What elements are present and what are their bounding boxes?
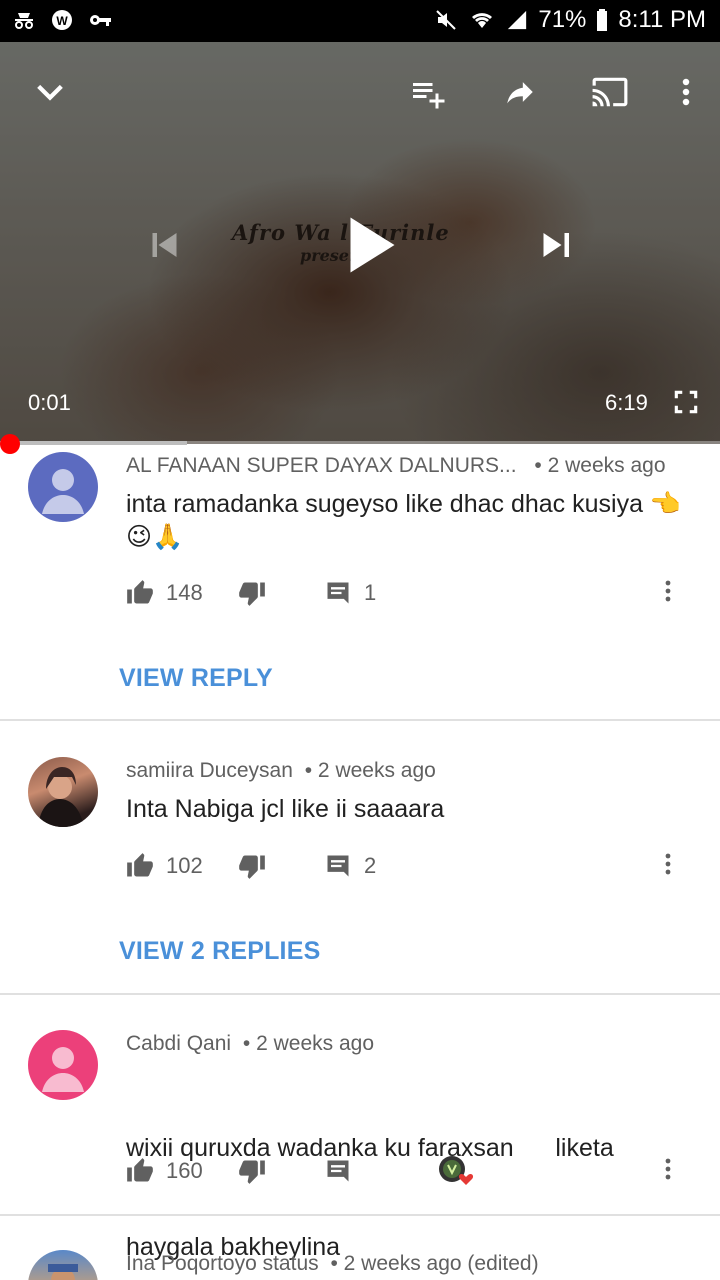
battery-percent: 71%	[538, 6, 587, 33]
comment-thread: Ina Poqortoyo status • 2 weeks ago (edit…	[0, 1216, 720, 1280]
progress-buffer	[0, 441, 187, 445]
play-icon	[350, 217, 395, 273]
view-replies-link[interactable]: VIEW 2 REPLIES	[119, 937, 320, 966]
default-avatar-icon	[42, 469, 84, 514]
avatar[interactable]	[28, 757, 98, 827]
cast-button[interactable]	[588, 70, 632, 114]
creator-heart-badge	[436, 1156, 476, 1186]
minimize-button[interactable]	[28, 70, 72, 114]
comment-icon	[327, 1160, 349, 1182]
comment-thread: samiira Duceysan • 2 weeks ago Inta Nabi…	[0, 721, 720, 993]
fullscreen-button[interactable]	[666, 382, 706, 422]
dislike-button[interactable]	[238, 1156, 266, 1186]
signal-icon	[508, 10, 527, 30]
reply-count: 1	[364, 580, 377, 605]
battery-icon	[597, 9, 608, 31]
svg-text:W: W	[56, 14, 68, 28]
duration: 6:19	[605, 390, 648, 415]
comment-thread: AL FANAAN SUPER DAYAX DALNURS... • 2 wee…	[0, 446, 720, 720]
reply-button[interactable]	[324, 1156, 352, 1186]
more-vert-icon	[682, 78, 690, 106]
like-button[interactable]: 148	[126, 578, 203, 608]
comment-author[interactable]: AL FANAAN SUPER DAYAX DALNURS...	[126, 454, 517, 477]
like-count: 102	[166, 853, 203, 878]
key-icon	[90, 15, 111, 26]
wifi-icon	[472, 13, 493, 28]
next-button[interactable]	[534, 222, 580, 268]
cast-icon	[592, 77, 628, 107]
fullscreen-icon	[674, 390, 698, 414]
comment-actions: 148 1	[126, 578, 706, 608]
incognito-icon	[15, 13, 33, 29]
dislike-button[interactable]	[238, 578, 266, 608]
like-count: 160	[166, 1158, 203, 1183]
comment-menu-button[interactable]	[664, 1156, 684, 1186]
thumbs-down-icon	[239, 1160, 265, 1184]
user-photo-icon	[38, 767, 84, 827]
more-vert-icon	[665, 580, 671, 602]
like-button[interactable]: 102	[126, 851, 203, 881]
comment-icon	[327, 582, 349, 604]
comment-menu-button[interactable]	[664, 851, 684, 881]
playlist-add-icon	[413, 83, 445, 109]
chevron-down-icon	[37, 84, 63, 101]
share-arrow-icon	[507, 82, 533, 104]
reply-button[interactable]: 2	[324, 851, 376, 881]
skip-previous-icon	[152, 233, 177, 257]
thumbs-down-icon	[239, 855, 265, 879]
play-button[interactable]	[334, 210, 400, 280]
thumbs-down-icon	[239, 582, 265, 606]
skip-next-icon	[543, 233, 569, 257]
comment-time: • 2 weeks ago	[534, 454, 666, 477]
comment-thread: Cabdi Qani • 2 weeks ago wixii quruxda w…	[0, 995, 720, 1261]
comment-author[interactable]: Cabdi Qani	[126, 1032, 231, 1055]
like-button[interactable]: 160	[126, 1156, 203, 1186]
comment-text: Inta Nabiga jcl like ii saaaara	[126, 795, 445, 823]
mute-icon	[436, 10, 457, 30]
comment-menu-button[interactable]	[664, 578, 684, 608]
avatar[interactable]	[28, 1250, 98, 1280]
thumbs-up-icon	[127, 853, 153, 877]
comment-time: • 2 weeks ago	[304, 759, 436, 782]
default-avatar-icon	[42, 1047, 84, 1092]
reply-button[interactable]: 1	[324, 578, 376, 608]
comment-time: • 2 weeks ago	[242, 1032, 375, 1055]
thumbs-up-icon	[127, 1158, 153, 1182]
comment-text: inta ramadanka sugeyso like dhac dhac ku…	[126, 490, 682, 551]
current-time: 0:01	[28, 390, 71, 415]
like-count: 148	[166, 580, 203, 605]
comment-author[interactable]: samiira Duceysan	[126, 759, 293, 782]
video-player[interactable]: Afro Wa l Furinle present 0:01 6:19	[0, 42, 720, 444]
share-button[interactable]	[498, 70, 542, 114]
clock: 8:11 PM	[618, 6, 706, 33]
reply-count: 2	[364, 853, 377, 878]
comment-actions: 102 2	[126, 851, 706, 881]
view-replies-link[interactable]: VIEW REPLY	[119, 664, 273, 693]
creator-heart-icon	[439, 1156, 474, 1185]
whatsapp-icon: W	[52, 10, 72, 30]
comment-icon	[327, 855, 349, 877]
thumbs-up-icon	[127, 580, 153, 604]
status-bar: W 71% 8:11 PM	[0, 0, 720, 42]
previous-button[interactable]	[140, 222, 186, 268]
more-options-button[interactable]	[666, 70, 706, 114]
more-vert-icon	[665, 853, 671, 875]
more-vert-icon	[665, 1158, 671, 1180]
avatar[interactable]	[28, 452, 98, 522]
user-photo-icon	[48, 1264, 78, 1280]
comment-actions: 160	[126, 1156, 706, 1186]
avatar[interactable]	[28, 1030, 98, 1100]
add-to-playlist-button[interactable]	[406, 70, 450, 114]
dislike-button[interactable]	[238, 851, 266, 881]
comment-time: • 2 weeks ago (edited)	[330, 1252, 539, 1275]
comment-author[interactable]: Ina Poqortoyo status	[126, 1252, 319, 1275]
